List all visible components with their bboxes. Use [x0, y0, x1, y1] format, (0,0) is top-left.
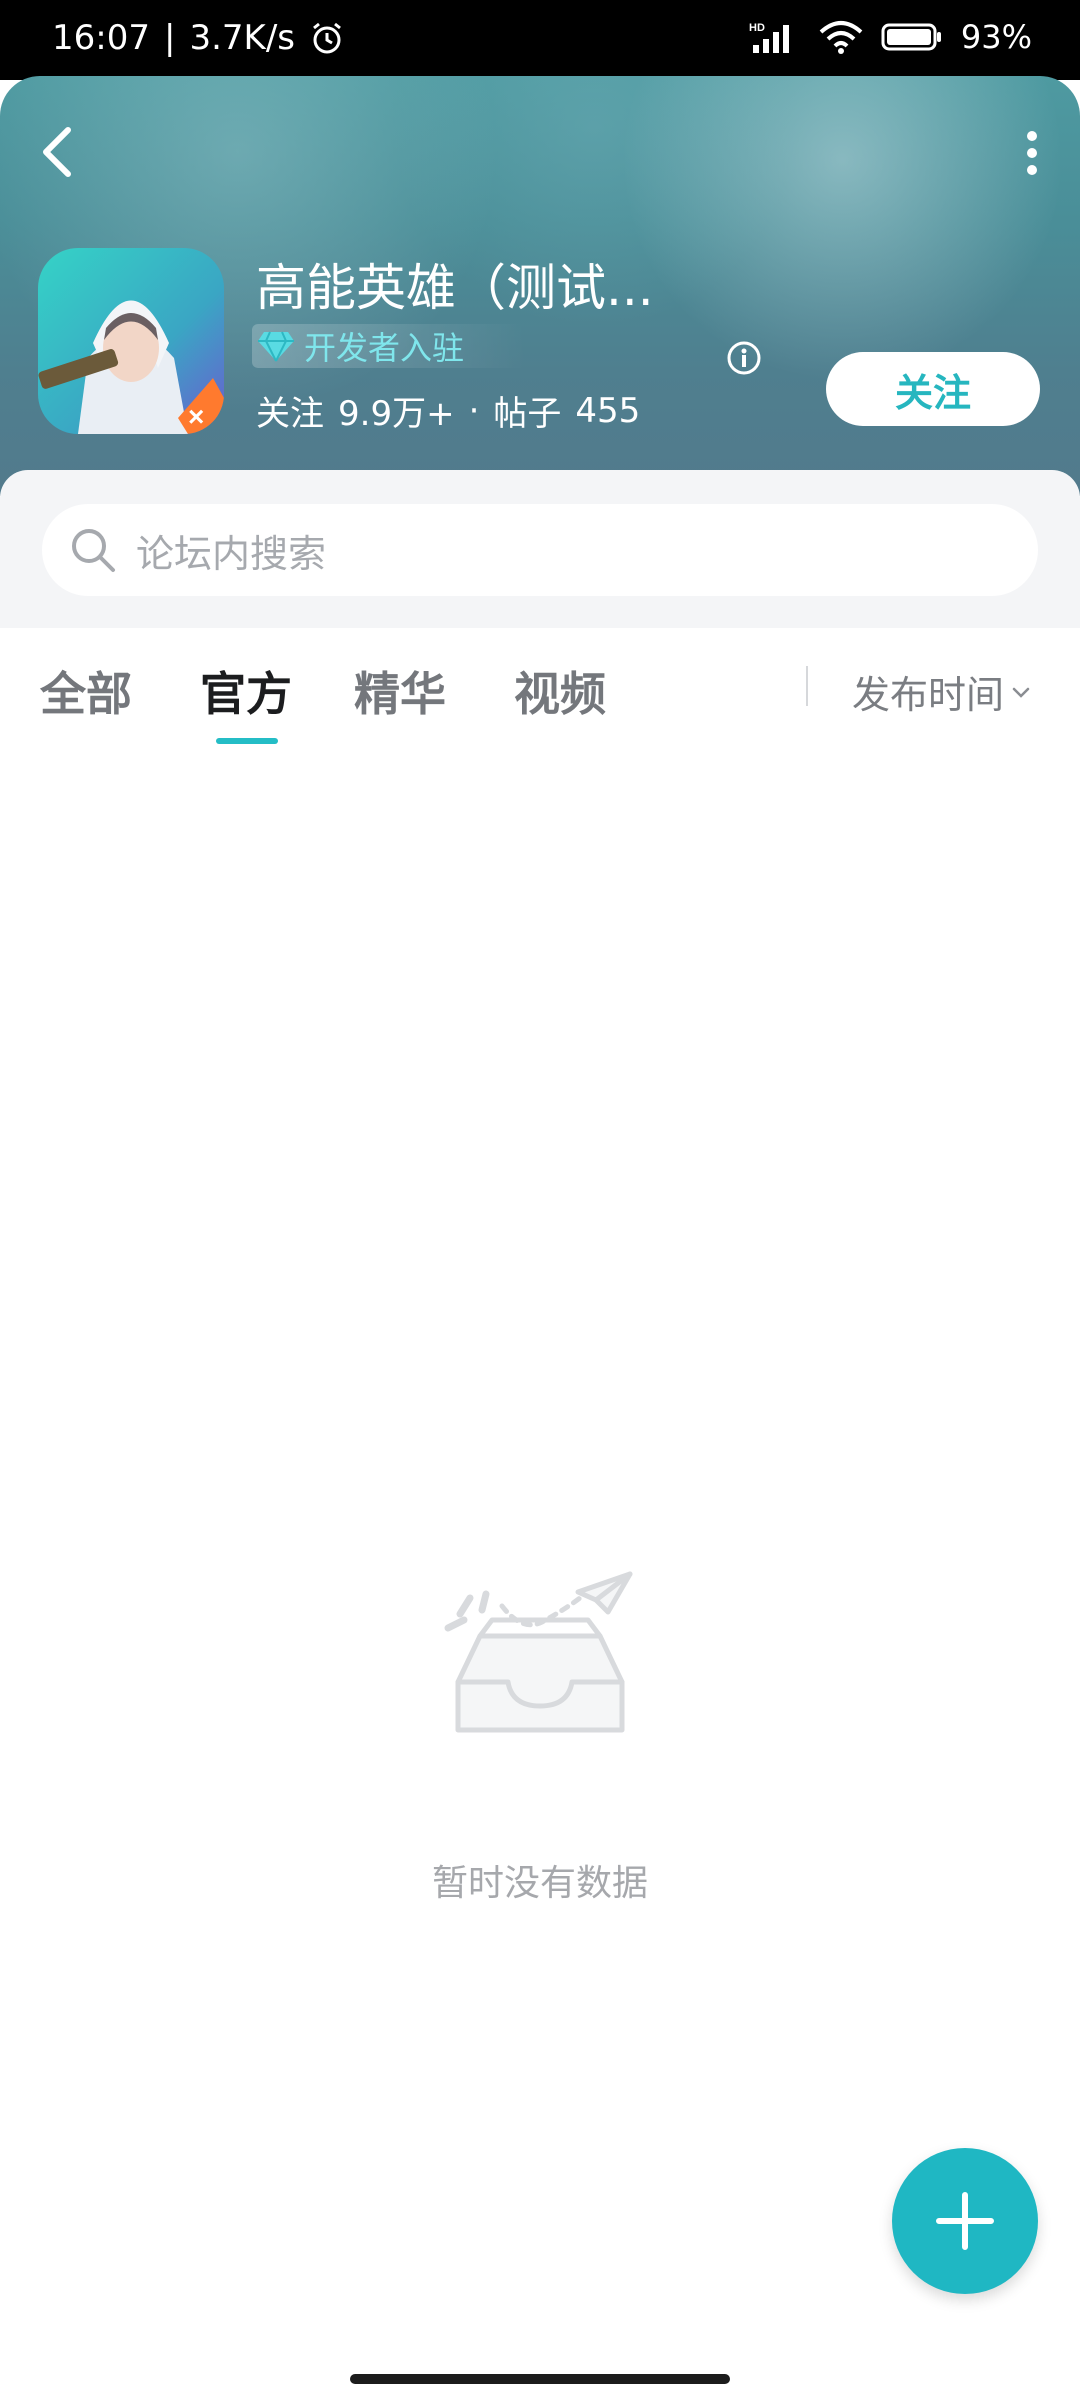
followers-label: 关注: [256, 394, 324, 434]
sort-dropdown[interactable]: 发布时间: [852, 664, 1032, 719]
chevron-down-icon: [1012, 687, 1030, 698]
tab-featured[interactable]: 精华: [354, 658, 446, 724]
status-bar: 16:07 | 3.7K/s HD 93%: [0, 0, 1080, 80]
battery-percent: 93%: [960, 18, 1032, 56]
search-placeholder: 论坛内搜索: [136, 531, 327, 576]
create-post-button[interactable]: [892, 2148, 1038, 2294]
tab-video[interactable]: 视频: [514, 658, 606, 724]
followers-count: 9.9万+: [338, 394, 455, 434]
hd-signal-icon: HD: [749, 22, 789, 53]
tab-all[interactable]: 全部: [40, 658, 132, 724]
battery-icon: [881, 23, 941, 51]
status-divider: |: [163, 18, 176, 58]
follow-button[interactable]: 关注: [826, 352, 1040, 426]
status-time: 16:07: [52, 18, 150, 58]
diamond-icon: [258, 331, 294, 362]
svg-text:×: ×: [188, 401, 204, 432]
developer-badge-label: 开发者入驻: [304, 329, 465, 367]
wifi-icon: [819, 21, 863, 54]
back-icon[interactable]: [36, 124, 80, 180]
posts-count: 455: [575, 390, 641, 431]
tab-official[interactable]: 官方: [200, 658, 292, 724]
empty-state-text: 暂时没有数据: [431, 1863, 648, 1904]
tab-divider: [806, 666, 808, 706]
sort-label: 发布时间: [852, 673, 1005, 717]
forum-header: × 高能英雄（测试... 开发者入驻 关注 9.9万+ · 帖子 455 关注: [0, 76, 1080, 496]
status-left: 16:07 | 3.7K/s: [52, 18, 345, 58]
plus-icon: [936, 2192, 994, 2250]
developer-badge[interactable]: 开发者入驻: [252, 324, 526, 368]
active-tab-indicator: [216, 738, 278, 744]
network-speed: 3.7K/s: [189, 18, 295, 58]
info-icon[interactable]: [726, 340, 762, 376]
alarm-icon: [313, 22, 341, 54]
forum-stats: 关注 9.9万+ · 帖子 455: [256, 386, 640, 435]
tab-bar: 全部 官方 精华 视频 发布时间: [0, 628, 1080, 748]
search-input[interactable]: 论坛内搜索: [42, 504, 1038, 596]
search-section: 论坛内搜索: [0, 470, 1080, 628]
svg-text:HD: HD: [749, 22, 765, 34]
status-right: HD 93%: [749, 18, 1032, 56]
home-indicator[interactable]: [350, 2374, 730, 2384]
more-options-icon[interactable]: [1012, 128, 1052, 178]
empty-inbox-icon: [444, 1571, 633, 1733]
game-icon[interactable]: ×: [38, 248, 224, 434]
stats-separator: ·: [468, 390, 480, 431]
forum-title: 高能英雄（测试...: [256, 259, 654, 317]
search-icon: [72, 529, 115, 572]
posts-label: 帖子: [493, 394, 562, 434]
